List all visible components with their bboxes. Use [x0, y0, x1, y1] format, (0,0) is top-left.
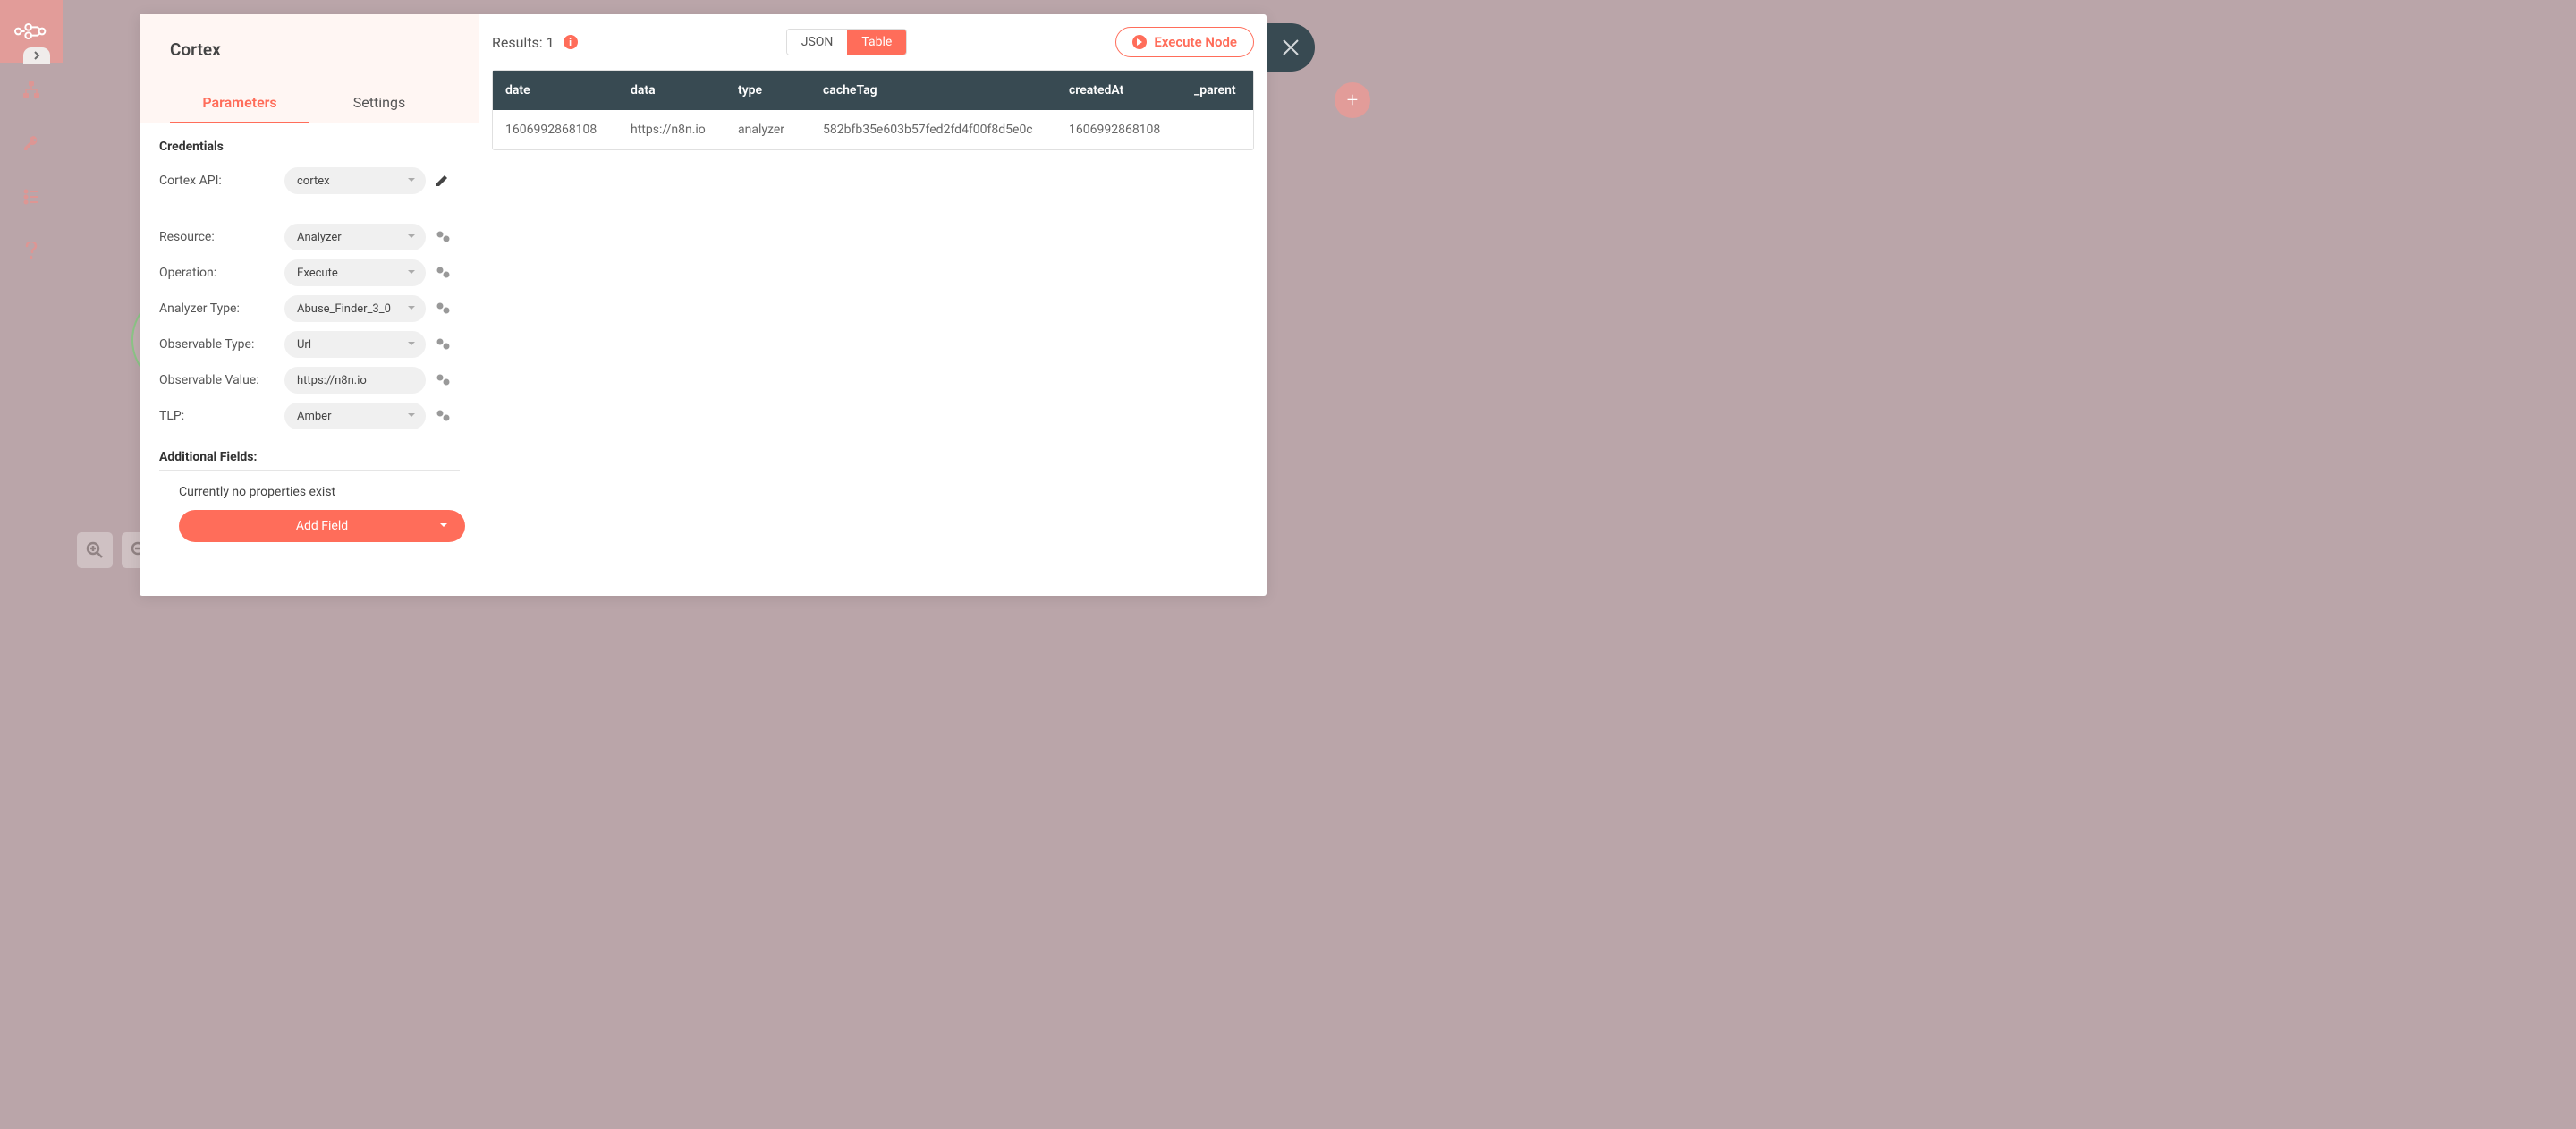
- cell-cachetag: 582bfb35e603b57fed2fd4f00f8d5e0c: [810, 110, 1056, 149]
- observable-type-gear-icon[interactable]: [435, 338, 451, 351]
- cell-parent: [1182, 110, 1253, 149]
- observable-value-label: Observable Value:: [159, 373, 284, 387]
- additional-fields-empty: Currently no properties exist: [159, 471, 460, 510]
- info-icon[interactable]: i: [564, 35, 578, 49]
- sidebar-item-executions[interactable]: [0, 170, 63, 224]
- resource-select[interactable]: Analyzer: [284, 224, 426, 250]
- view-table-button[interactable]: Table: [847, 30, 906, 55]
- edit-credential-button[interactable]: [435, 174, 448, 188]
- logo-icon: [13, 21, 49, 42]
- add-field-button[interactable]: Add Field: [179, 510, 465, 542]
- view-toggle: JSON Table: [786, 29, 908, 55]
- resource-label: Resource:: [159, 230, 284, 244]
- tab-parameters[interactable]: Parameters: [170, 83, 309, 123]
- cell-data: https://n8n.io: [618, 110, 725, 149]
- sidebar-item-credentials[interactable]: [0, 116, 63, 170]
- cell-date: 1606992868108: [493, 110, 618, 149]
- zoom-in-button[interactable]: [77, 532, 113, 568]
- resource-gear-icon[interactable]: [435, 231, 451, 243]
- table-header: date data type cacheTag createdAt _paren…: [493, 71, 1253, 110]
- node-title: Cortex: [170, 39, 449, 60]
- operation-gear-icon[interactable]: [435, 267, 451, 279]
- col-parent: _parent: [1182, 71, 1253, 110]
- col-type: type: [725, 71, 810, 110]
- view-json-button[interactable]: JSON: [787, 30, 848, 55]
- execute-node-label: Execute Node: [1154, 34, 1237, 50]
- sidebar-expand-button[interactable]: [23, 47, 50, 64]
- tlp-label: TLP:: [159, 409, 284, 423]
- execute-node-button[interactable]: Execute Node: [1115, 27, 1254, 57]
- col-cachetag: cacheTag: [810, 71, 1056, 110]
- tlp-select[interactable]: Amber: [284, 403, 426, 429]
- observable-value-input[interactable]: https://n8n.io: [284, 367, 426, 394]
- node-editor-modal: Cortex Parameters Settings Credentials C…: [140, 14, 1267, 596]
- credentials-heading: Credentials: [159, 140, 460, 154]
- cell-type: analyzer: [725, 110, 810, 149]
- additional-fields-heading: Additional Fields:: [159, 450, 460, 471]
- cell-createdat: 1606992868108: [1056, 110, 1182, 149]
- play-icon: [1132, 35, 1147, 49]
- observable-type-label: Observable Type:: [159, 337, 284, 352]
- col-createdat: createdAt: [1056, 71, 1182, 110]
- tlp-gear-icon[interactable]: [435, 410, 451, 422]
- logo-box: [0, 0, 63, 63]
- operation-select[interactable]: Execute: [284, 259, 426, 286]
- add-node-button[interactable]: +: [1335, 82, 1370, 118]
- col-date: date: [493, 71, 618, 110]
- analyzer-type-label: Analyzer Type:: [159, 301, 284, 316]
- table-row: 1606992868108 https://n8n.io analyzer 58…: [493, 110, 1253, 149]
- col-data: data: [618, 71, 725, 110]
- cortex-api-select[interactable]: cortex: [284, 167, 426, 194]
- observable-value-gear-icon[interactable]: [435, 374, 451, 386]
- analyzer-type-select[interactable]: Abuse_Finder_3_0: [284, 295, 426, 322]
- results-count: Results: 1: [492, 34, 555, 51]
- sidebar-item-workflows[interactable]: [0, 63, 63, 116]
- observable-type-select[interactable]: Url: [284, 331, 426, 358]
- sidebar-item-help[interactable]: [0, 224, 63, 277]
- tab-settings[interactable]: Settings: [309, 83, 449, 123]
- close-button[interactable]: [1267, 23, 1315, 72]
- results-table: date data type cacheTag createdAt _paren…: [492, 70, 1254, 150]
- operation-label: Operation:: [159, 266, 284, 280]
- analyzer-type-gear-icon[interactable]: [435, 302, 451, 315]
- cortex-api-label: Cortex API:: [159, 174, 284, 188]
